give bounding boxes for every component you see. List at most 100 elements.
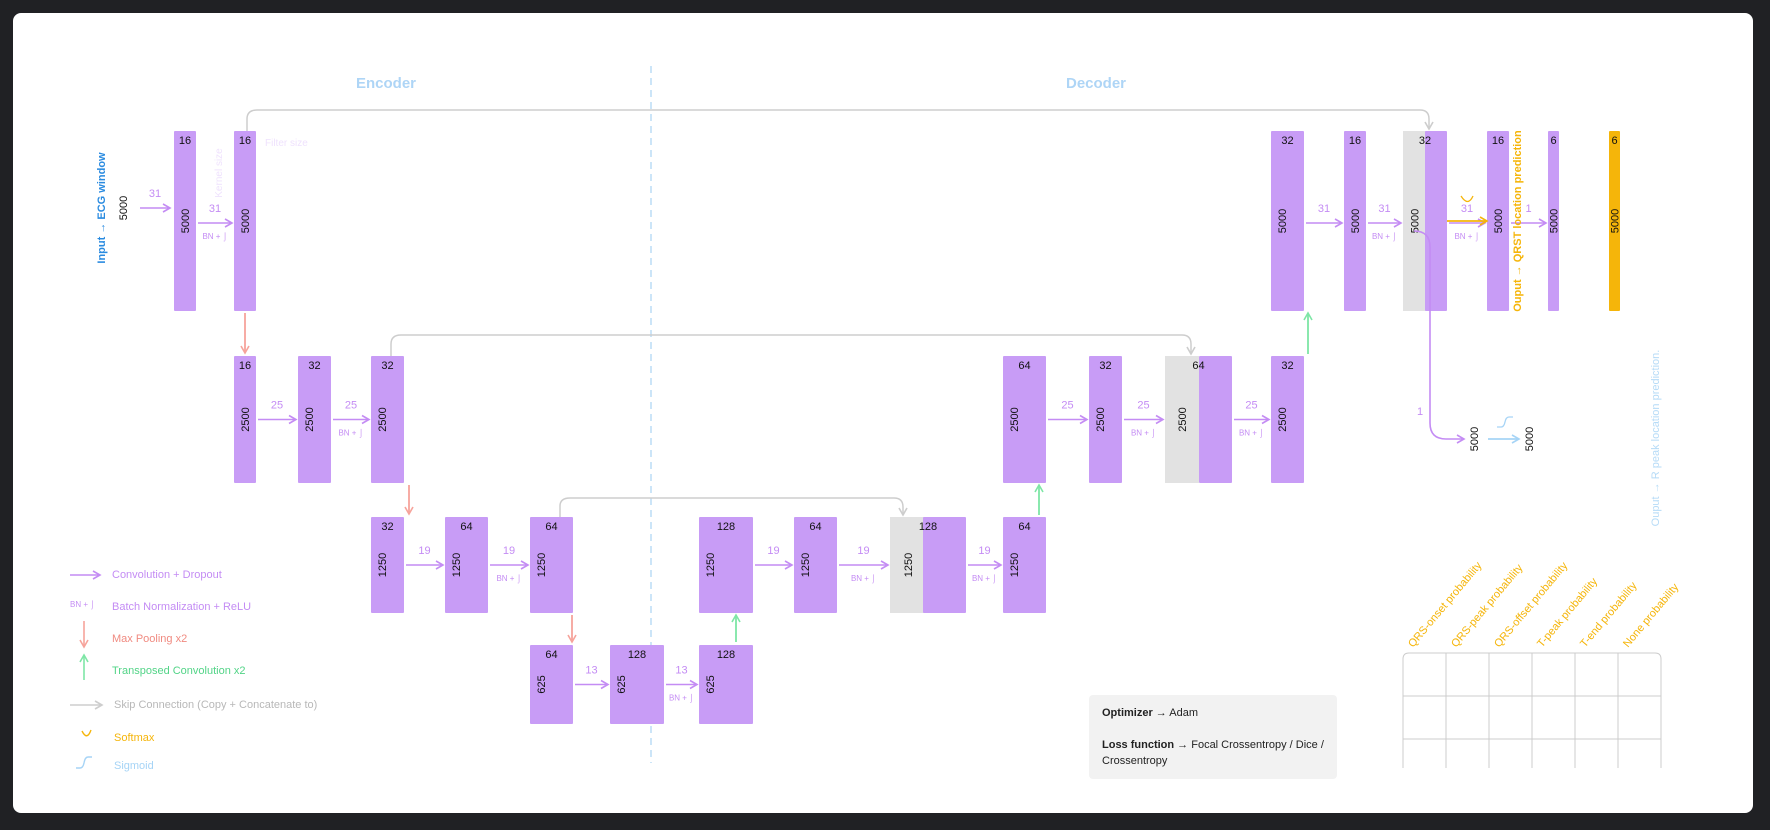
- kernel-label: 31: [1378, 203, 1390, 215]
- block-filter-count: 16: [1492, 135, 1504, 147]
- sigmoid-icon: [1497, 416, 1513, 428]
- block-sequence-length: 1250: [903, 553, 915, 577]
- encoder-title: Encoder: [356, 75, 416, 92]
- block-sequence-length: 5000: [180, 209, 192, 233]
- block-sequence-length: 2500: [304, 407, 316, 431]
- kernel-label: 19: [978, 545, 990, 557]
- block-sequence-length: 5000: [1277, 209, 1289, 233]
- block-filter-count: 32: [381, 521, 393, 533]
- block-filter-count: 128: [919, 521, 937, 533]
- block-sequence-length: 1250: [800, 553, 812, 577]
- sigmoid-branch-kernel: 1: [1417, 406, 1423, 418]
- legend-bn-icon: BN + ⌡: [70, 600, 95, 610]
- block-sequence-length: 5000: [1410, 209, 1422, 233]
- r-peak-output-label: Ouput → R peak location prediction.: [1650, 350, 1662, 527]
- block-filter-count: 16: [239, 135, 251, 147]
- output-probability-table: QRS-onset probabilityQRS-peak probabilit…: [1402, 559, 1682, 768]
- block-filter-count: 16: [179, 135, 191, 147]
- block-sequence-length: 2500: [1009, 407, 1021, 431]
- block-filter-count: 32: [1281, 360, 1293, 372]
- block-sequence-length: 2500: [240, 407, 252, 431]
- block-sequence-length: 2500: [377, 407, 389, 431]
- block-filter-count: 64: [1192, 360, 1204, 372]
- kernel-size-annotation: Kernel size: [214, 148, 225, 198]
- softmax-icon: [1460, 195, 1474, 203]
- kernel-label: 31: [1461, 203, 1473, 215]
- bn-relu-label: BN + ⌡: [496, 574, 521, 584]
- skip-connection-level-3: [559, 497, 908, 517]
- legend-conv-label: Convolution + Dropout: [112, 569, 222, 581]
- block-filter-count: 16: [239, 360, 251, 372]
- legend-skip-label: Skip Connection (Copy + Concatenate to): [114, 699, 318, 711]
- block-filter-count: 32: [1099, 360, 1111, 372]
- architecture-diagram: Encoder Decoder Input → ECG window 5000 …: [70, 66, 1682, 769]
- kernel-label: 19: [418, 545, 430, 557]
- block-sequence-length: 625: [616, 675, 628, 693]
- kernel-label: 25: [1061, 400, 1073, 412]
- block-sequence-length: 2500: [1277, 407, 1289, 431]
- bn-relu-label: BN + ⌡: [1239, 429, 1264, 439]
- training-info-box: Optimizer → Adam Loss function → Focal C…: [1089, 695, 1337, 779]
- kernel-label: 25: [271, 400, 283, 412]
- block-filter-count: 128: [717, 521, 735, 533]
- block-sequence-length: 1250: [705, 553, 717, 577]
- kernel-label: 25: [1137, 400, 1149, 412]
- block-filter-count: 64: [1018, 521, 1030, 533]
- kernel-label: 31: [1318, 203, 1330, 215]
- block-sequence-length: 5000: [240, 209, 252, 233]
- bn-relu-label: BN + ⌡: [669, 694, 694, 704]
- block-sequence-length: 2500: [1177, 407, 1189, 431]
- bn-relu-label: BN + ⌡: [338, 429, 363, 439]
- kernel-label: 25: [345, 400, 357, 412]
- legend-softmax-icon: [81, 729, 92, 737]
- kernel-label: 19: [767, 545, 779, 557]
- kernel-label: 25: [1245, 400, 1257, 412]
- kernel-label: 19: [857, 545, 869, 557]
- kernel-label: 1: [1525, 203, 1531, 215]
- loss-line: Loss function → Focal Crossentropy / Dic…: [1102, 737, 1327, 769]
- optimizer-line: Optimizer → Adam: [1102, 705, 1327, 721]
- block-sequence-length: 1250: [1009, 553, 1021, 577]
- qrst-output-label: Ouput → QRST location prediction: [1512, 130, 1524, 312]
- block-filter-count: 32: [308, 360, 320, 372]
- legend-sigmoid-icon: [76, 756, 92, 769]
- kernel-label: 31: [209, 203, 221, 215]
- table-column-header: QRS-peak probability: [1449, 562, 1526, 650]
- block-filter-count: 6: [1550, 135, 1556, 147]
- block-filter-count: 16: [1349, 135, 1361, 147]
- skip-connection-level-1: [246, 109, 1434, 131]
- block-sequence-length: 625: [705, 675, 717, 693]
- bn-relu-label: BN + ⌡: [972, 574, 997, 584]
- block-filter-count: 64: [460, 521, 472, 533]
- block-filter-count: 128: [717, 649, 735, 661]
- table-column-header: QRS-offset probability: [1492, 560, 1571, 650]
- kernel-label: 13: [585, 665, 597, 677]
- skip-connection-level-2: [390, 334, 1196, 356]
- block-sequence-length: 5000: [1493, 209, 1505, 233]
- kernel-label: 13: [675, 665, 687, 677]
- kernel-label: 19: [503, 545, 515, 557]
- block-filter-count: 32: [381, 360, 393, 372]
- table-column-header: QRS-onset probability: [1406, 559, 1485, 650]
- block-sequence-length: 625: [536, 675, 548, 693]
- block-filter-count: 32: [1419, 135, 1431, 147]
- bn-relu-label: BN + ⌡: [1131, 429, 1156, 439]
- r-input-size: 5000: [1469, 427, 1481, 451]
- feature-block: [1199, 356, 1232, 483]
- filter-size-annotation: Filter size: [265, 138, 308, 149]
- bn-relu-label: BN + ⌡: [851, 574, 876, 584]
- block-filter-count: 32: [1281, 135, 1293, 147]
- bn-relu-label: BN + ⌡: [1454, 232, 1479, 242]
- bn-relu-label: BN + ⌡: [1372, 232, 1397, 242]
- legend-softmax-label: Softmax: [114, 732, 155, 744]
- block-sequence-length: 5000: [1610, 209, 1622, 233]
- optimizer-value: → Adam: [1155, 707, 1198, 719]
- legend-bn-label: Batch Normalization + ReLU: [112, 601, 252, 613]
- block-filter-count: 64: [545, 521, 557, 533]
- block-filter-count: 6: [1611, 135, 1617, 147]
- block-sequence-length: 5000: [1549, 209, 1561, 233]
- diagram-canvas: Encoder Decoder Input → ECG window 5000 …: [13, 13, 1753, 813]
- r-output-size: 5000: [1524, 427, 1536, 451]
- legend-pool-label: Max Pooling x2: [112, 633, 188, 645]
- decoder-title: Decoder: [1066, 75, 1126, 92]
